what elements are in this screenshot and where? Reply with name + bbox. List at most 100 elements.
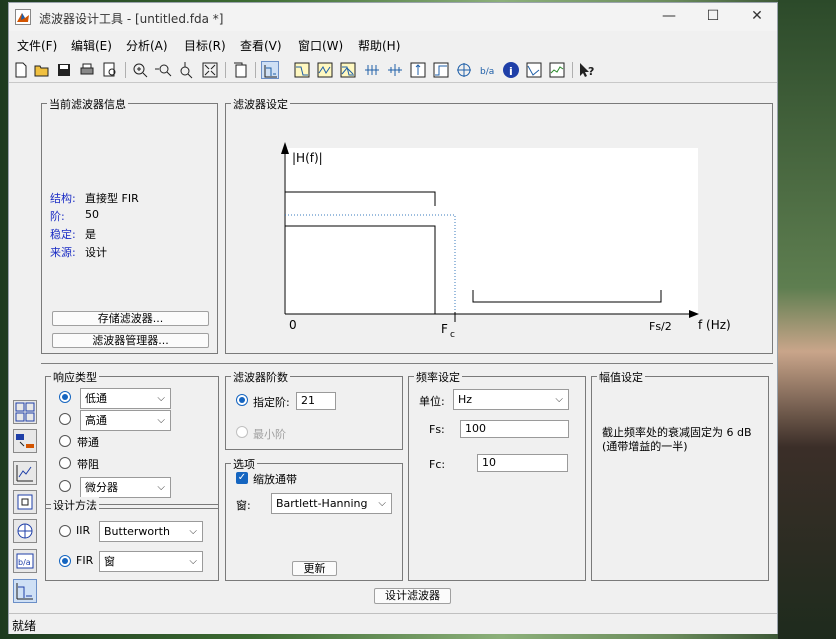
fir-radio[interactable] bbox=[59, 555, 71, 567]
new-figure-icon[interactable] bbox=[231, 61, 249, 79]
round-off-noise-icon[interactable] bbox=[548, 61, 566, 79]
chevron-down-icon: ⌵ bbox=[555, 394, 563, 405]
response-type-title: 响应类型 bbox=[51, 369, 99, 385]
differentiator-select[interactable]: 微分器 ⌵ bbox=[80, 477, 171, 498]
svg-text:b/a: b/a bbox=[480, 67, 494, 77]
differentiator-radio[interactable] bbox=[59, 480, 71, 492]
fs-input[interactable]: 100 bbox=[460, 420, 569, 438]
scale-passband-checkbox[interactable]: ✓ bbox=[236, 472, 248, 484]
print-preview-icon[interactable] bbox=[101, 61, 119, 79]
status-bar: 就绪 bbox=[9, 613, 777, 634]
iir-label: IIR bbox=[76, 524, 91, 537]
design-filter-mode-icon[interactable] bbox=[13, 400, 37, 424]
bandpass-radio[interactable] bbox=[59, 435, 71, 447]
menu-window[interactable]: 窗口(W) bbox=[298, 37, 343, 54]
pole-zero-icon[interactable] bbox=[455, 61, 473, 79]
window-label: 窗: bbox=[236, 499, 251, 512]
bandpass-label: 带通 bbox=[77, 436, 99, 449]
filter-spec-diagram bbox=[281, 142, 699, 322]
specify-order-label: 指定阶: bbox=[253, 396, 290, 409]
zoom-in-icon[interactable] bbox=[131, 61, 149, 79]
phase-delay-icon[interactable] bbox=[386, 61, 404, 79]
window-type-select[interactable]: Bartlett-Hanning ⌵ bbox=[271, 493, 392, 514]
minimize-button[interactable]: — bbox=[655, 8, 683, 26]
chevron-down-icon: ⌵ bbox=[157, 415, 165, 426]
fir-method-select[interactable]: 窗 ⌵ bbox=[99, 551, 203, 572]
fc-subscript: c bbox=[450, 330, 455, 340]
menu-targets[interactable]: 目标(R) bbox=[184, 37, 226, 54]
whats-this-help-icon[interactable]: ? bbox=[578, 61, 596, 79]
import-filter-icon[interactable] bbox=[13, 519, 37, 543]
filter-order-title: 滤波器阶数 bbox=[231, 369, 290, 385]
group-delay-icon[interactable] bbox=[363, 61, 381, 79]
update-button[interactable]: 更新 bbox=[292, 561, 337, 576]
full-view-icon[interactable] bbox=[201, 61, 219, 79]
filter-specs-icon[interactable] bbox=[261, 61, 279, 79]
svg-text:i: i bbox=[509, 65, 513, 78]
new-file-icon[interactable] bbox=[12, 61, 30, 79]
menu-edit[interactable]: 编辑(E) bbox=[71, 37, 112, 54]
specify-order-radio[interactable] bbox=[236, 394, 248, 406]
menu-help[interactable]: 帮助(H) bbox=[358, 37, 400, 54]
menu-bar: 文件(F) 编辑(E) 分析(A) 目标(R) 查看(V) 窗口(W) 帮助(H… bbox=[9, 33, 777, 55]
menu-view[interactable]: 查看(V) bbox=[240, 37, 282, 54]
filter-order-panel: 滤波器阶数 指定阶: 21 最小阶 bbox=[225, 369, 403, 450]
zoom-x-icon[interactable] bbox=[154, 61, 172, 79]
toolbar-separator bbox=[572, 62, 573, 78]
source-value: 设计 bbox=[85, 246, 107, 259]
svg-text:?: ? bbox=[588, 65, 594, 78]
pole-zero-editor-icon[interactable] bbox=[13, 461, 37, 485]
units-select[interactable]: Hz ⌵ bbox=[453, 389, 569, 410]
bandstop-radio[interactable] bbox=[59, 457, 71, 469]
filter-design-mode-icon[interactable] bbox=[13, 579, 37, 603]
filter-manager-button[interactable]: 滤波器管理器... bbox=[52, 333, 209, 348]
toolbar-separator bbox=[225, 62, 226, 78]
close-button[interactable]: ✕ bbox=[743, 8, 771, 26]
fc-input[interactable]: 10 bbox=[477, 454, 568, 472]
menu-file[interactable]: 文件(F) bbox=[17, 37, 57, 54]
structure-value: 直接型 FIR bbox=[85, 192, 139, 205]
phase-response-icon[interactable] bbox=[316, 61, 334, 79]
multirate-filter-icon[interactable]: b/a bbox=[13, 549, 37, 573]
magnitude-specs-title: 幅值设定 bbox=[597, 369, 645, 385]
magnitude-response-icon[interactable] bbox=[293, 61, 311, 79]
filter-coefficients-icon[interactable]: b/a bbox=[479, 61, 497, 79]
lowpass-radio[interactable] bbox=[59, 391, 71, 403]
order-label: 阶: bbox=[50, 210, 65, 223]
transform-filter-icon[interactable] bbox=[13, 429, 37, 453]
order-input[interactable]: 21 bbox=[296, 392, 336, 410]
menu-analysis[interactable]: 分析(A) bbox=[126, 37, 168, 54]
highpass-select[interactable]: 高通 ⌵ bbox=[80, 410, 171, 431]
highpass-radio[interactable] bbox=[59, 413, 71, 425]
magnitude-estimate-icon[interactable] bbox=[525, 61, 543, 79]
save-icon[interactable] bbox=[55, 61, 73, 79]
panel-divider bbox=[41, 363, 773, 364]
toolbar-separator bbox=[125, 62, 126, 78]
magnitude-specs-panel: 幅值设定 截止频率处的衰减固定为 6 dB (通带增益的一半) bbox=[591, 369, 769, 581]
iir-radio[interactable] bbox=[59, 525, 71, 537]
iir-method-select[interactable]: Butterworth ⌵ bbox=[99, 521, 203, 542]
print-icon[interactable] bbox=[78, 61, 96, 79]
step-response-icon[interactable] bbox=[432, 61, 450, 79]
design-filter-button[interactable]: 设计滤波器 bbox=[374, 588, 451, 604]
store-filter-button[interactable]: 存储滤波器... bbox=[52, 311, 209, 326]
response-type-panel: 响应类型 低通 ⌵ 高通 ⌵ 带通 带阻 微分器 ⌵ bbox=[45, 369, 219, 509]
title-bar: 滤波器设计工具 - [untitled.fda *] — ☐ ✕ bbox=[9, 3, 777, 31]
status-text: 就绪 bbox=[12, 619, 37, 633]
zero-tick-label: 0 bbox=[289, 318, 297, 332]
fir-label: FIR bbox=[76, 554, 94, 567]
open-folder-icon[interactable] bbox=[33, 61, 51, 79]
minimum-order-radio[interactable] bbox=[236, 426, 248, 438]
units-label: 单位: bbox=[419, 395, 445, 408]
filter-information-icon[interactable]: i bbox=[502, 61, 520, 79]
fs-label: Fs: bbox=[429, 423, 445, 436]
magnitude-phase-icon[interactable] bbox=[339, 61, 357, 79]
fc-label: F bbox=[441, 322, 448, 336]
stable-value: 是 bbox=[85, 228, 96, 241]
realize-model-icon[interactable] bbox=[13, 490, 37, 514]
impulse-response-icon[interactable] bbox=[409, 61, 427, 79]
lowpass-select[interactable]: 低通 ⌵ bbox=[80, 388, 171, 409]
zoom-y-icon[interactable] bbox=[177, 61, 195, 79]
filter-specifications-panel: 滤波器设定 |H(f)| 0 F c Fs/2 f (Hz) bbox=[225, 96, 773, 354]
maximize-button[interactable]: ☐ bbox=[699, 8, 727, 26]
